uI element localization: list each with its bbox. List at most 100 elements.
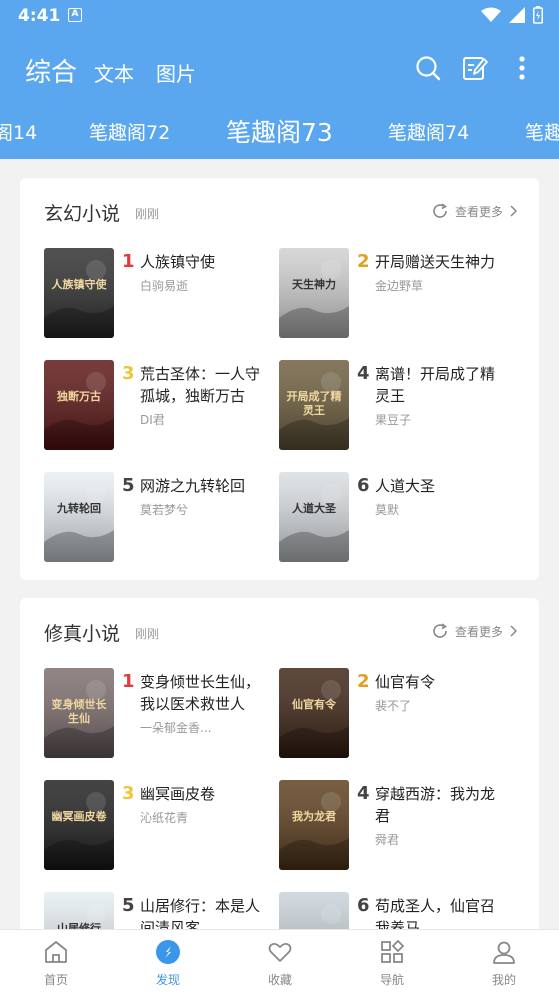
section-time: 刚刚 [135, 627, 160, 641]
tab-image[interactable]: 图片 [156, 58, 196, 87]
heart-icon [268, 942, 292, 962]
book-title[interactable]: 变身倾世长生仙，我以医术救世人 [140, 671, 268, 715]
status-time: 4:41 [18, 6, 61, 26]
book-rank: 2 [357, 671, 370, 692]
book-rank: 5 [122, 475, 135, 496]
book-author: 莫若梦兮 [140, 503, 189, 517]
book-title[interactable]: 仙官有令 [375, 671, 503, 693]
book-rank: 1 [122, 251, 135, 272]
tab-navigation[interactable]: 导航 [336, 930, 448, 993]
book-title[interactable]: 开局赠送天生神力 [375, 251, 503, 273]
book-rank: 3 [122, 363, 135, 384]
book-rank: 3 [122, 783, 135, 804]
book-author: 舜君 [375, 833, 400, 847]
refresh-icon[interactable] [431, 622, 449, 640]
book-item[interactable]: 我为龙君 4 穿越西游：我为龙君舜君 [279, 780, 519, 870]
book-cover[interactable]: 人道大圣 [279, 472, 349, 562]
source-tab[interactable]: 笔趣 [525, 118, 559, 145]
book-cover-text: 仙官有令 [292, 698, 336, 711]
status-bar: 4:41 A [0, 0, 559, 32]
book-item[interactable]: 人族镇守使 1 人族镇守使 白驹易逝 [44, 248, 284, 338]
book-item[interactable]: 独断万古 3 荒古圣体：一人守孤城，独断万古 DI君 [44, 360, 284, 450]
book-title[interactable]: 穿越西游：我为龙君 [375, 783, 503, 827]
tab-favorites[interactable]: 收藏 [224, 930, 336, 993]
book-rank: 2 [357, 251, 370, 272]
notification-icon: A [68, 8, 82, 22]
book-rank: 6 [357, 895, 370, 916]
tab-label: 导航 [379, 973, 404, 987]
source-tab[interactable]: 笔趣阁72 [89, 118, 170, 145]
book-cover[interactable]: 九转轮回 [44, 472, 114, 562]
tab-label: 首页 [43, 973, 68, 987]
section-card: 修真小说 刚刚 查看更多 变身倾世长生仙 1 变身倾世长生仙，我以医术救世人 一朵郁金… [20, 598, 539, 982]
book-cover-text: 独断万古 [57, 390, 101, 403]
book-cover[interactable]: 仙官有令 [279, 668, 349, 758]
source-tab-active[interactable]: 笔趣阁73 [226, 113, 333, 149]
book-cover[interactable]: 变身倾世长生仙 [44, 668, 114, 758]
tab-home[interactable]: 首页 [0, 930, 112, 993]
book-cover-text: 我为龙君 [292, 810, 336, 823]
book-author: 裴不了 [375, 699, 412, 713]
system-icons [481, 6, 543, 24]
book-rank: 5 [122, 895, 135, 916]
book-rank: 1 [122, 671, 135, 692]
source-tab[interactable]: 笔趣阁74 [388, 118, 469, 145]
book-item[interactable]: 人道大圣 6 人道大圣 莫默 [279, 472, 519, 562]
book-title[interactable]: 人道大圣 [375, 475, 503, 497]
book-item[interactable]: 幽冥画皮卷 3 幽冥画皮卷 沁纸花青 [44, 780, 284, 870]
section-time: 刚刚 [135, 207, 160, 221]
book-author: 果豆子 [375, 413, 412, 427]
view-more-button[interactable]: 查看更多 [431, 202, 517, 220]
book-cover[interactable]: 人族镇守使 [44, 248, 114, 338]
search-icon[interactable] [414, 54, 442, 82]
book-item[interactable]: 开局成了精灵王 4 离谱！开局成了精灵王果豆子 [279, 360, 519, 450]
book-title[interactable]: 荒古圣体：一人守孤城，独断万古 [140, 363, 268, 407]
book-cover-text: 天生神力 [292, 278, 336, 291]
chevron-right-icon [510, 205, 517, 217]
view-more-label[interactable]: 查看更多 [455, 203, 503, 220]
book-cover-text: 幽冥画皮卷 [51, 810, 107, 823]
book-cover-text: 开局成了精灵王 [286, 390, 342, 417]
book-title[interactable]: 网游之九转轮回 [140, 475, 268, 497]
wifi-icon [481, 7, 501, 22]
book-item[interactable]: 九转轮回 5 网游之九转轮回莫若梦兮 [44, 472, 284, 562]
tab-general[interactable]: 综合 [25, 52, 77, 89]
book-item[interactable]: 仙官有令 2 仙官有令 裴不了 [279, 668, 519, 758]
book-title[interactable]: 人族镇守使 [140, 251, 268, 273]
tab-text[interactable]: 文本 [94, 58, 134, 87]
book-cover[interactable]: 幽冥画皮卷 [44, 780, 114, 870]
book-cover-text: 九转轮回 [57, 502, 101, 515]
chevron-right-icon [510, 625, 517, 637]
book-title[interactable]: 离谱！开局成了精灵王 [375, 363, 503, 407]
book-author: DI君 [140, 413, 165, 427]
home-icon [45, 941, 67, 963]
book-cover[interactable]: 天生神力 [279, 248, 349, 338]
view-more-label[interactable]: 查看更多 [455, 623, 503, 640]
edit-icon[interactable] [461, 54, 489, 82]
tab-label: 我的 [491, 973, 516, 987]
book-title[interactable]: 幽冥画皮卷 [140, 783, 268, 805]
tab-profile[interactable]: 我的 [448, 930, 559, 993]
tab-discover[interactable]: 发现 [112, 930, 224, 993]
section-card: 玄幻小说 刚刚 查看更多 人族镇守使 1 人族镇守使 白驹易逝 天生神力 2 开局赠送天生神… [20, 178, 539, 580]
book-rank: 4 [357, 363, 370, 384]
book-item[interactable]: 变身倾世长生仙 1 变身倾世长生仙，我以医术救世人一朵郁金香... [44, 668, 284, 758]
tab-label: 收藏 [267, 973, 292, 987]
top-bar: 4:41 A 综合 文本 图片 阁14 笔趣阁72 笔趣阁73 笔趣阁74 笔趣 [0, 0, 559, 159]
book-item[interactable]: 天生神力 2 开局赠送天生神力 金边野草 [279, 248, 519, 338]
book-cover[interactable]: 我为龙君 [279, 780, 349, 870]
book-author: 一朵郁金香... [140, 721, 212, 735]
book-cover[interactable]: 独断万古 [44, 360, 114, 450]
more-vert-icon[interactable] [508, 54, 536, 82]
source-tab[interactable]: 阁14 [0, 118, 37, 145]
view-more-button[interactable]: 查看更多 [431, 622, 517, 640]
grid-icon [381, 939, 405, 963]
book-cover-text: 变身倾世长生仙 [51, 698, 107, 725]
book-author: 白驹易逝 [140, 279, 189, 293]
bottom-tab-bar: 首页 发现 收藏 导航 我的 [0, 929, 559, 993]
book-rank: 4 [357, 783, 370, 804]
book-cover[interactable]: 开局成了精灵王 [279, 360, 349, 450]
refresh-icon[interactable] [431, 202, 449, 220]
user-icon [493, 941, 515, 964]
tab-label: 发现 [155, 973, 180, 987]
